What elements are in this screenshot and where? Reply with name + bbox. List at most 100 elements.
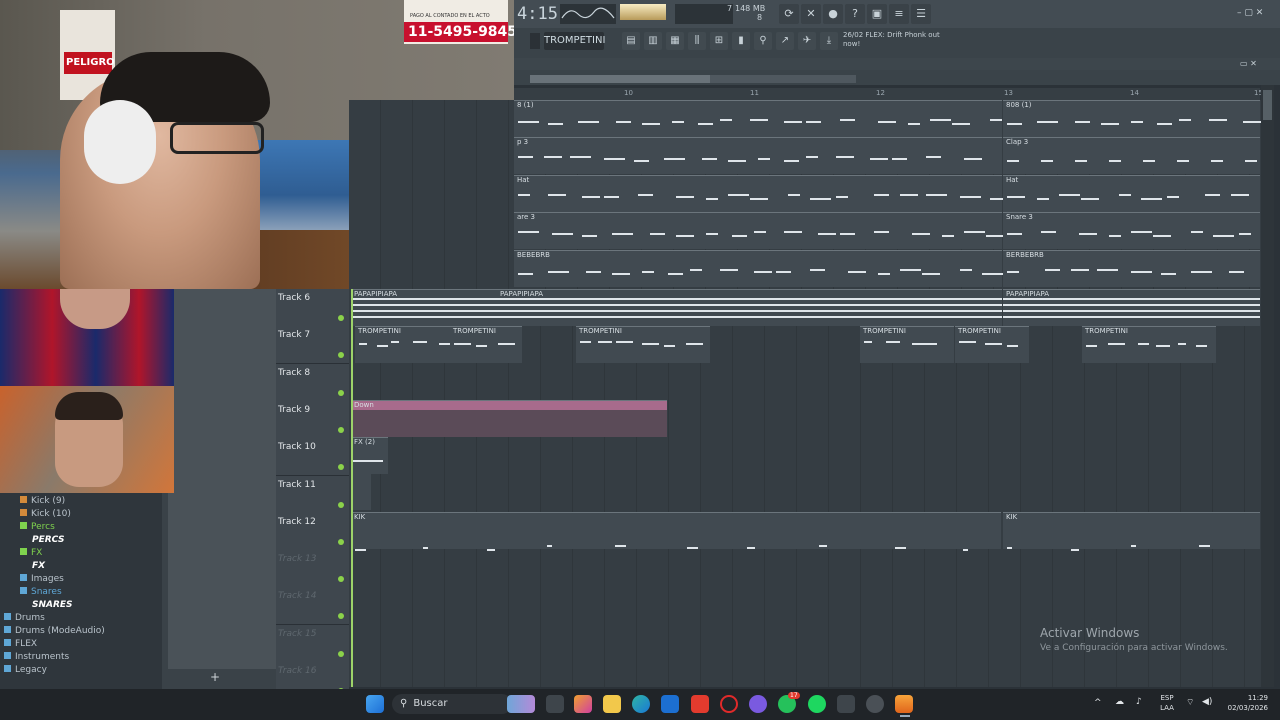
playlist-window-controls[interactable]: ▭ ✕ (1240, 59, 1257, 68)
track-mute-led[interactable] (338, 389, 344, 396)
pattern-clip[interactable]: PAPAPIPIAPA (1003, 289, 1260, 326)
pattern-clip[interactable]: 8 (1) (514, 100, 1002, 137)
piano-roll-icon[interactable]: ▥ (644, 32, 662, 50)
browser-item[interactable]: PERCS (20, 534, 162, 547)
browser-item[interactable]: Instruments (4, 651, 162, 664)
track-header[interactable]: Track 6 (276, 289, 349, 327)
track-mute-led[interactable] (338, 501, 344, 508)
pattern-clip[interactable]: PAPAPIPIAPA (351, 289, 497, 326)
track-mute-led[interactable] (338, 352, 344, 359)
browser-item[interactable]: Drums (4, 612, 162, 625)
plugin-picker-icon[interactable]: ▮ (732, 32, 750, 50)
track-mute-led[interactable] (338, 613, 344, 620)
plugin-icon[interactable]: ⚲ (754, 32, 772, 50)
playhead[interactable] (351, 289, 353, 687)
opera-icon[interactable] (720, 695, 738, 713)
track-mute-led[interactable] (338, 538, 344, 545)
track-header[interactable]: Track 9 (276, 400, 349, 439)
vertical-scrollbar[interactable] (1261, 85, 1274, 687)
pattern-clip[interactable]: TROMPETINI (955, 326, 1029, 363)
spotify-icon[interactable] (808, 695, 826, 713)
language-indicator[interactable]: ESP LAA (1158, 693, 1176, 713)
start-icon[interactable] (366, 695, 384, 713)
pattern-clip[interactable]: TROMPETINI (450, 326, 522, 363)
chat-icon[interactable]: ☰ (911, 4, 931, 24)
track-header[interactable]: Track 13 (276, 550, 349, 589)
pattern-clip[interactable]: Hat (1003, 174, 1260, 212)
settings-icon[interactable] (866, 695, 884, 713)
task-view-icon[interactable] (546, 695, 564, 713)
track-mute-led[interactable] (338, 315, 344, 321)
mixer-view-icon[interactable]: ⫼ (688, 32, 706, 50)
pattern-clip[interactable]: TROMPETINI (576, 326, 710, 363)
pattern-clip[interactable]: FX (2) (351, 437, 388, 474)
pattern-clip[interactable]: KIK (351, 512, 1001, 551)
pattern-clip[interactable]: TROMPETINI (860, 326, 954, 363)
download-icon[interactable]: ⤓ (820, 32, 838, 50)
browser-item[interactable]: FX (20, 560, 162, 573)
taskbar-search[interactable]: ⚲ Buscar (392, 694, 512, 714)
audio-clip[interactable] (351, 474, 371, 510)
pattern-prev-icon[interactable] (530, 33, 540, 49)
app-icon[interactable] (837, 695, 855, 713)
horizontal-scroll-thumb[interactable] (530, 75, 710, 83)
track-header[interactable]: Track 11 (276, 475, 349, 514)
vertical-scroll-thumb[interactable] (1263, 90, 1272, 120)
browser-item[interactable]: FLEX (4, 638, 162, 651)
track-mute-led[interactable] (338, 464, 344, 471)
clock[interactable]: 11:29 02/03/2026 (1222, 693, 1268, 713)
pattern-clip[interactable]: 808 (1) (1003, 100, 1261, 137)
browser-item[interactable]: Percs (20, 521, 162, 534)
window-controls[interactable]: – ▢ ✕ (1237, 8, 1263, 18)
pattern-clip[interactable]: TROMPETINI (355, 326, 453, 363)
mic-tray-icon[interactable]: ♪ (1136, 697, 1142, 707)
track-header[interactable]: Track 14 (276, 587, 349, 626)
outlook-icon[interactable] (661, 695, 679, 713)
widgets-icon[interactable] (507, 695, 535, 713)
browser-item[interactable]: SNARES (20, 599, 162, 612)
save-icon[interactable]: ▣ (867, 4, 887, 24)
stamp-icon[interactable]: ✈ (798, 32, 816, 50)
browser-item[interactable]: Kick (9) (20, 495, 162, 508)
pattern-clip[interactable]: Clap 3 (1003, 137, 1260, 175)
chevron-up-icon[interactable]: ^ (1094, 698, 1102, 708)
pattern-selector[interactable]: TROMPETINI (544, 32, 605, 50)
edge-icon[interactable] (632, 695, 650, 713)
browser-item[interactable]: Snares (20, 586, 162, 599)
browser-item[interactable]: FX (20, 547, 162, 560)
track-header[interactable]: Track 8 (276, 363, 349, 402)
browser-item[interactable]: Images (20, 573, 162, 586)
track-mute-led[interactable] (338, 426, 344, 433)
metronome-icon[interactable]: ✕ (801, 4, 821, 24)
track-mute-led[interactable] (338, 576, 344, 583)
track-mute-led[interactable] (338, 650, 344, 657)
pattern-clip[interactable]: p 3 (514, 137, 1002, 175)
add-icon[interactable]: + (210, 670, 220, 684)
cloud-icon[interactable]: ☁ (1115, 697, 1124, 707)
file-explorer-icon[interactable] (603, 695, 621, 713)
pattern-clip[interactable]: TROMPETINI (1082, 326, 1216, 363)
track-header[interactable]: Track 15 (276, 624, 349, 663)
pattern-clip[interactable]: Down (351, 400, 667, 437)
track-header[interactable]: Track 7 (276, 326, 349, 365)
discord-icon[interactable] (749, 695, 767, 713)
pattern-clip[interactable]: Snare 3 (1003, 212, 1260, 250)
pattern-clip[interactable]: are 3 (514, 212, 1004, 250)
pattern-clip[interactable]: KIK (1003, 512, 1260, 551)
timeline-ruler[interactable]: 10 11 12 13 14 15 (514, 88, 1263, 100)
browser-icon[interactable]: ⊞ (710, 32, 728, 50)
channel-rack-icon[interactable]: ▦ (666, 32, 684, 50)
track-header[interactable]: Track 10 (276, 438, 349, 477)
microphone-icon[interactable]: ● (823, 4, 843, 24)
mixer-icon[interactable]: ≡ (889, 4, 909, 24)
pattern-clip[interactable]: BERBEBRB (1003, 249, 1260, 287)
copilot-icon[interactable] (574, 695, 592, 713)
office-icon[interactable] (691, 695, 709, 713)
tempo-icon[interactable]: ↗ (776, 32, 794, 50)
wifi-icon[interactable]: ⌔ (1186, 697, 1194, 708)
fl-studio-icon[interactable] (895, 695, 913, 713)
track-header[interactable]: Track 12 (276, 512, 349, 551)
volume-icon[interactable]: ◀) (1202, 697, 1212, 707)
browser-item[interactable]: Kick (10) (20, 508, 162, 521)
pattern-clip[interactable]: BEBEBRB (514, 249, 1003, 287)
